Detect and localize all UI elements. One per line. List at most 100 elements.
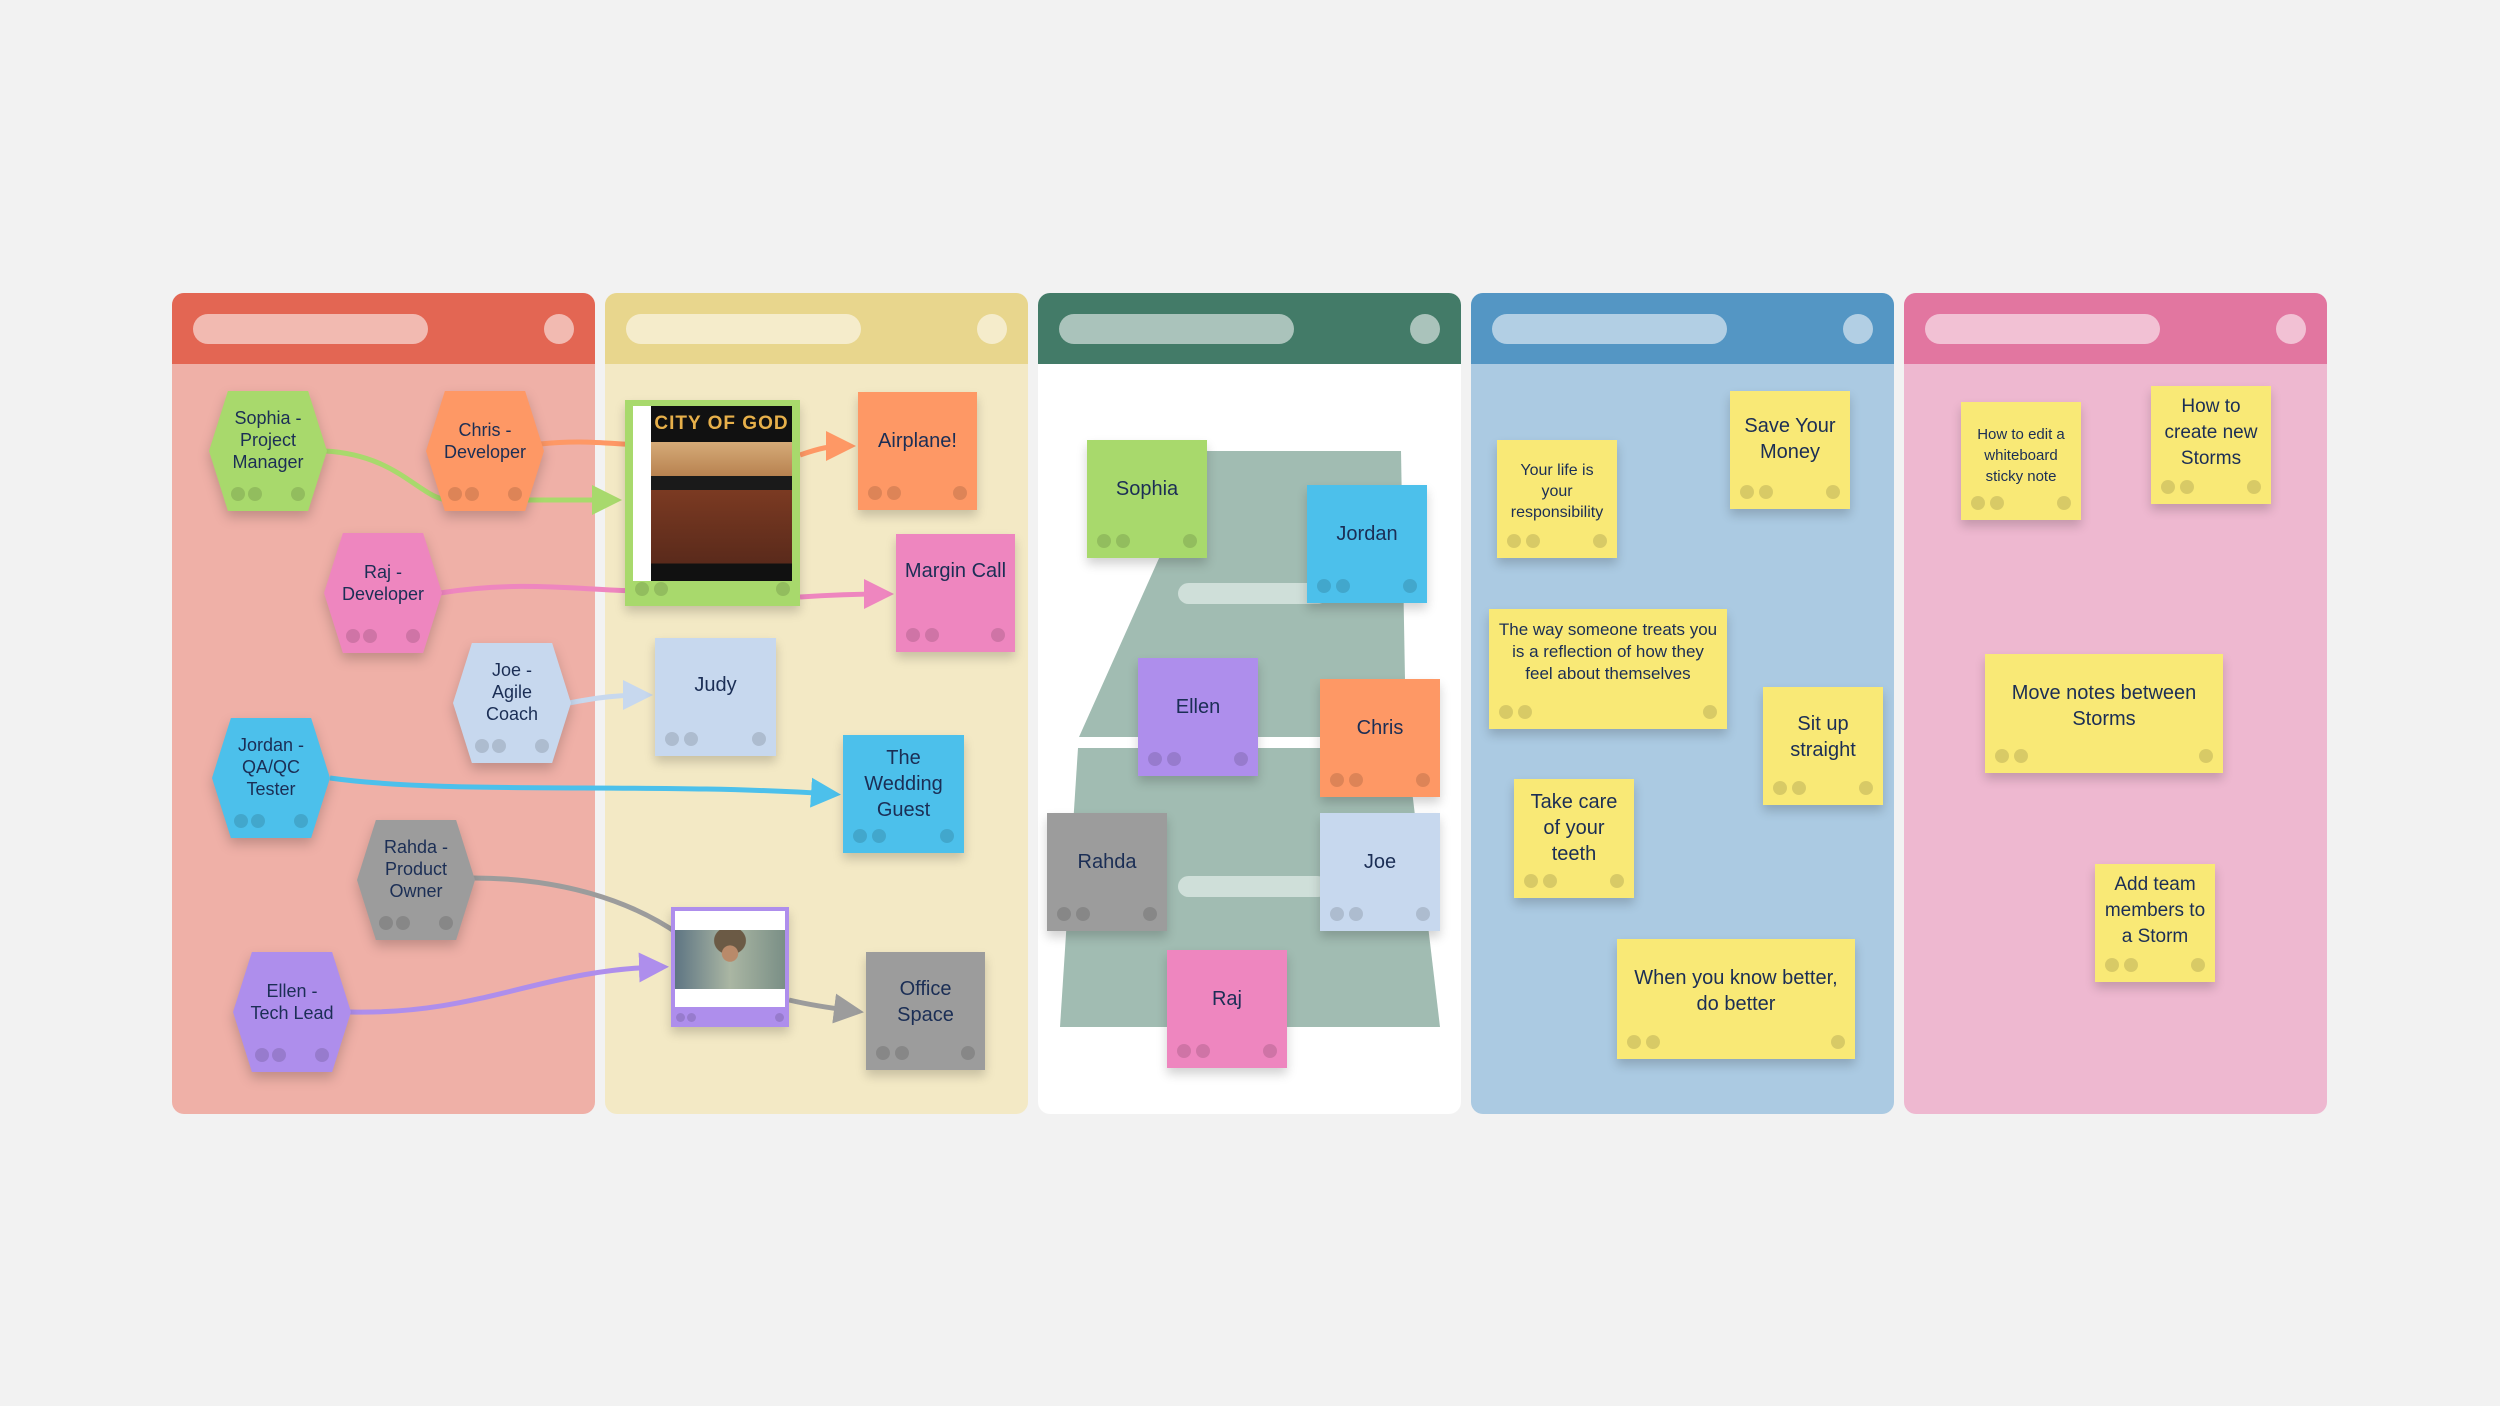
reaction-dot[interactable] bbox=[1773, 781, 1787, 795]
reaction-dot[interactable] bbox=[654, 582, 668, 596]
menu-dot[interactable] bbox=[776, 582, 790, 596]
reaction-dot[interactable] bbox=[906, 628, 920, 642]
reaction-dot[interactable] bbox=[234, 814, 248, 828]
team-note-joe[interactable]: Joe bbox=[1320, 813, 1440, 931]
reaction-dot[interactable] bbox=[2180, 480, 2194, 494]
menu-dot[interactable] bbox=[1403, 579, 1417, 593]
reaction-dot[interactable] bbox=[1526, 534, 1540, 548]
panel-title-placeholder[interactable] bbox=[1492, 314, 1727, 344]
team-note-raj[interactable]: Raj bbox=[1167, 950, 1287, 1068]
reaction-dot[interactable] bbox=[684, 732, 698, 746]
reaction-dot[interactable] bbox=[2124, 958, 2138, 972]
reaction-dot[interactable] bbox=[687, 1013, 696, 1022]
menu-dot[interactable] bbox=[406, 629, 420, 643]
reaction-dot[interactable] bbox=[1627, 1035, 1641, 1049]
menu-dot[interactable] bbox=[1143, 907, 1157, 921]
team-note-ellen[interactable]: Ellen bbox=[1138, 658, 1258, 776]
reaction-dot[interactable] bbox=[1116, 534, 1130, 548]
team-note-sophia[interactable]: Sophia bbox=[1087, 440, 1207, 558]
reaction-dot[interactable] bbox=[448, 487, 462, 501]
reaction-dot[interactable] bbox=[676, 1013, 685, 1022]
team-note-jordan[interactable]: Jordan bbox=[1307, 485, 1427, 603]
reaction-dot[interactable] bbox=[665, 732, 679, 746]
reaction-dot[interactable] bbox=[1518, 705, 1532, 719]
menu-dot[interactable] bbox=[535, 739, 549, 753]
reaction-dot[interactable] bbox=[853, 829, 867, 843]
menu-dot[interactable] bbox=[2057, 496, 2071, 510]
reaction-dot[interactable] bbox=[2161, 480, 2175, 494]
menu-dot[interactable] bbox=[508, 487, 522, 501]
menu-dot[interactable] bbox=[775, 1013, 784, 1022]
reaction-dot[interactable] bbox=[251, 814, 265, 828]
menu-dot[interactable] bbox=[2247, 480, 2261, 494]
reaction-dot[interactable] bbox=[396, 916, 410, 930]
reaction-dot[interactable] bbox=[1646, 1035, 1660, 1049]
panel-menu-button[interactable] bbox=[544, 314, 574, 344]
team-note-rahda[interactable]: Rahda bbox=[1047, 813, 1167, 931]
menu-dot[interactable] bbox=[439, 916, 453, 930]
tip-note-3[interactable]: The way someone treats you is a reflecti… bbox=[1489, 609, 1727, 729]
menu-dot[interactable] bbox=[1831, 1035, 1845, 1049]
reaction-dot[interactable] bbox=[635, 582, 649, 596]
menu-dot[interactable] bbox=[752, 732, 766, 746]
reaction-dot[interactable] bbox=[1524, 874, 1538, 888]
reaction-dot[interactable] bbox=[465, 487, 479, 501]
menu-dot[interactable] bbox=[291, 487, 305, 501]
menu-dot[interactable] bbox=[1826, 485, 1840, 499]
reaction-dot[interactable] bbox=[1196, 1044, 1210, 1058]
reaction-dot[interactable] bbox=[1995, 749, 2009, 763]
help-note-2[interactable]: How to create new Storms bbox=[2151, 386, 2271, 504]
movie-note-judy[interactable]: Judy bbox=[655, 638, 776, 756]
menu-dot[interactable] bbox=[1703, 705, 1717, 719]
reaction-dot[interactable] bbox=[255, 1048, 269, 1062]
reaction-dot[interactable] bbox=[925, 628, 939, 642]
panel-menu-button[interactable] bbox=[1843, 314, 1873, 344]
reaction-dot[interactable] bbox=[1499, 705, 1513, 719]
reaction-dot[interactable] bbox=[379, 916, 393, 930]
role-hexagon-chris[interactable]: Chris - Developer bbox=[426, 391, 544, 511]
reaction-dot[interactable] bbox=[1167, 752, 1181, 766]
menu-dot[interactable] bbox=[991, 628, 1005, 642]
reaction-dot[interactable] bbox=[1740, 485, 1754, 499]
reaction-dot[interactable] bbox=[2105, 958, 2119, 972]
menu-dot[interactable] bbox=[1416, 907, 1430, 921]
reaction-dot[interactable] bbox=[363, 629, 377, 643]
reaction-dot[interactable] bbox=[1543, 874, 1557, 888]
role-hexagon-joe[interactable]: Joe - Agile Coach bbox=[453, 643, 571, 763]
help-note-4[interactable]: Add team members to a Storm bbox=[2095, 864, 2215, 982]
reaction-dot[interactable] bbox=[872, 829, 886, 843]
reaction-dot[interactable] bbox=[1349, 907, 1363, 921]
reaction-dot[interactable] bbox=[1349, 773, 1363, 787]
help-note-1[interactable]: How to edit a whiteboard sticky note bbox=[1961, 402, 2081, 520]
menu-dot[interactable] bbox=[953, 486, 967, 500]
menu-dot[interactable] bbox=[1593, 534, 1607, 548]
reaction-dot[interactable] bbox=[1990, 496, 2004, 510]
movie-note-airplane[interactable]: Airplane! bbox=[858, 392, 977, 510]
menu-dot[interactable] bbox=[2199, 749, 2213, 763]
reaction-dot[interactable] bbox=[475, 739, 489, 753]
movie-note-margin-call[interactable]: Margin Call bbox=[896, 534, 1015, 652]
panel-title-placeholder[interactable] bbox=[193, 314, 428, 344]
panel-title-placeholder[interactable] bbox=[1925, 314, 2160, 344]
team-note-chris[interactable]: Chris bbox=[1320, 679, 1440, 797]
reaction-dot[interactable] bbox=[876, 1046, 890, 1060]
reaction-dot[interactable] bbox=[1792, 781, 1806, 795]
reaction-dot[interactable] bbox=[248, 487, 262, 501]
reaction-dot[interactable] bbox=[887, 486, 901, 500]
menu-dot[interactable] bbox=[1263, 1044, 1277, 1058]
tip-note-1[interactable]: Your life is your responsibility bbox=[1497, 440, 1617, 558]
help-note-3[interactable]: Move notes between Storms bbox=[1985, 654, 2223, 773]
role-hexagon-rahda[interactable]: Rahda - Product Owner bbox=[357, 820, 475, 940]
menu-dot[interactable] bbox=[961, 1046, 975, 1060]
panel-menu-button[interactable] bbox=[1410, 314, 1440, 344]
menu-dot[interactable] bbox=[2191, 958, 2205, 972]
reaction-dot[interactable] bbox=[1148, 752, 1162, 766]
menu-dot[interactable] bbox=[1234, 752, 1248, 766]
tip-note-5[interactable]: Take care of your teeth bbox=[1514, 779, 1634, 898]
reaction-dot[interactable] bbox=[231, 487, 245, 501]
reaction-dot[interactable] bbox=[1076, 907, 1090, 921]
menu-dot[interactable] bbox=[1610, 874, 1624, 888]
menu-dot[interactable] bbox=[940, 829, 954, 843]
menu-dot[interactable] bbox=[315, 1048, 329, 1062]
menu-dot[interactable] bbox=[1416, 773, 1430, 787]
